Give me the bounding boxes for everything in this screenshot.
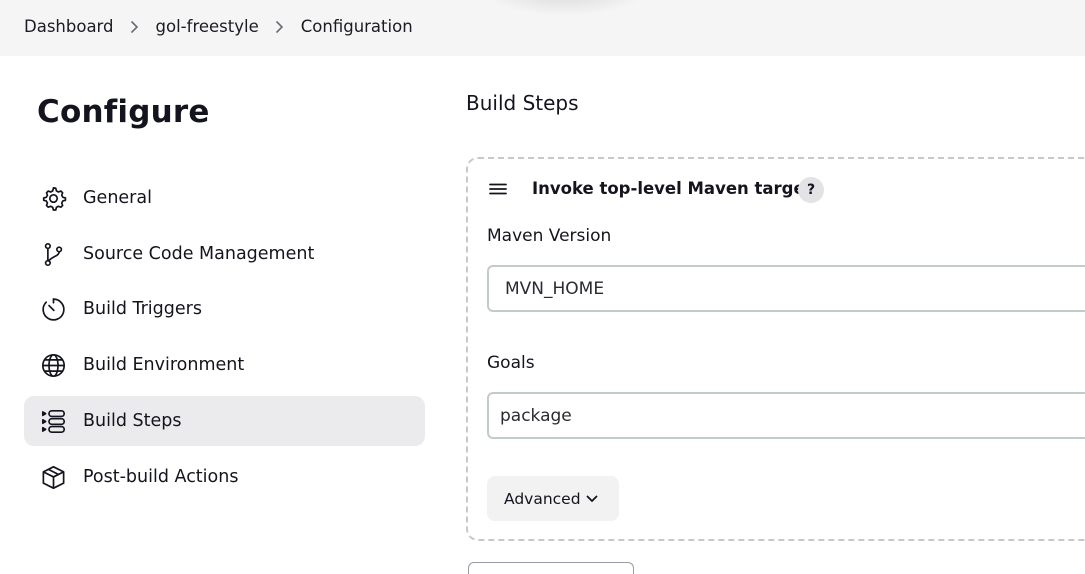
- add-build-step-button[interactable]: [468, 562, 634, 574]
- maven-version-select[interactable]: MVN_HOME: [487, 265, 1085, 312]
- sidebar-item-build-triggers[interactable]: Build Triggers: [24, 284, 425, 334]
- chevron-right-icon: [129, 20, 141, 34]
- package-icon: [40, 464, 67, 491]
- timer-icon: [40, 296, 67, 323]
- branch-icon: [40, 241, 67, 268]
- breadcrumb-job[interactable]: gol-freestyle: [156, 17, 259, 36]
- breadcrumb: Dashboard gol-freestyle Configuration: [24, 17, 413, 36]
- sidebar-item-build-steps[interactable]: Build Steps: [24, 396, 425, 446]
- breadcrumb-configuration[interactable]: Configuration: [301, 17, 413, 36]
- chevron-down-icon: [585, 491, 599, 505]
- sidebar-item-source-code-management[interactable]: Source Code Management: [24, 229, 425, 279]
- top-bar: Dashboard gol-freestyle Configuration: [0, 0, 1085, 56]
- goals-input[interactable]: package: [487, 392, 1085, 439]
- sidebar-item-label: Build Triggers: [83, 299, 202, 319]
- sidebar-item-post-build-actions[interactable]: Post-build Actions: [24, 452, 425, 502]
- advanced-button[interactable]: Advanced: [487, 476, 619, 521]
- drag-handle-icon[interactable]: [487, 181, 509, 197]
- maven-version-label: Maven Version: [487, 226, 612, 246]
- sidebar-item-general[interactable]: General: [24, 173, 425, 223]
- goals-value: package: [500, 405, 572, 426]
- header-glow: [480, 0, 650, 16]
- sidebar-item-build-environment[interactable]: Build Environment: [24, 340, 425, 390]
- help-icon[interactable]: ?: [798, 177, 824, 203]
- sidebar-item-label: Build Environment: [83, 355, 245, 375]
- gear-icon: [40, 185, 67, 212]
- goals-label: Goals: [487, 353, 535, 373]
- sidebar-item-label: Post-build Actions: [83, 467, 239, 487]
- sidebar-item-label: Build Steps: [83, 411, 182, 431]
- steps-list-icon: [40, 408, 67, 435]
- maven-version-value: MVN_HOME: [505, 278, 605, 299]
- page-title: Configure: [37, 94, 210, 130]
- globe-icon: [40, 352, 67, 379]
- chevron-right-icon: [274, 20, 286, 34]
- sidebar-item-label: Source Code Management: [83, 244, 315, 264]
- advanced-button-label: Advanced: [504, 489, 581, 508]
- sidebar-item-label: General: [83, 188, 152, 208]
- breadcrumb-dashboard[interactable]: Dashboard: [24, 17, 114, 36]
- build-step-title: Invoke top-level Maven targets: [532, 179, 823, 198]
- section-heading-build-steps: Build Steps: [466, 91, 579, 115]
